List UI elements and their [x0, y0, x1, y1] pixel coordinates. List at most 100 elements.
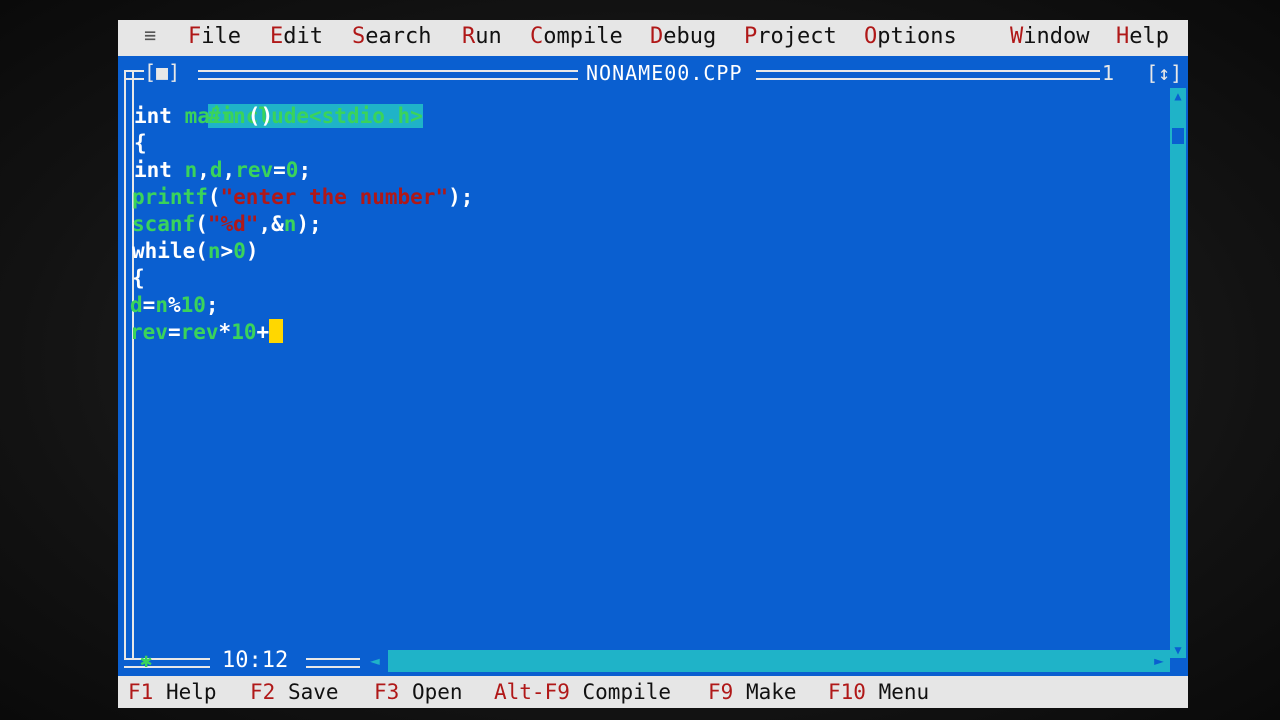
- code-token: n: [184, 158, 198, 182]
- menu-debug[interactable]: Debug: [650, 24, 716, 49]
- code-token: "%d": [207, 212, 259, 236]
- code-token: "enter the number": [220, 185, 449, 209]
- code-token: d: [209, 158, 223, 182]
- code-token: ,: [197, 158, 210, 182]
- menu-project-hotkey: P: [744, 24, 758, 49]
- code-line-7: while(n>0): [132, 238, 259, 265]
- code-editor[interactable]: #include<stdio.h> int main () { int n,d,…: [130, 76, 1160, 636]
- turbo-cpp-ide: ≡ File Edit Search Run Compile Debug Pro…: [118, 20, 1188, 708]
- editor-bottom-frame: ✱ 10:12 ◄ ►: [118, 648, 1188, 676]
- menu-search-label: earch: [365, 24, 432, 49]
- code-line-4: int n,d,rev=0;: [134, 157, 311, 184]
- frame-bottom-line-left: [124, 658, 210, 668]
- menu-window[interactable]: Window: [1010, 24, 1089, 49]
- status-key-label: F9: [708, 680, 734, 704]
- menu-run-hotkey: R: [462, 24, 476, 49]
- code-token: 0: [285, 158, 299, 182]
- menu-help-label: elp: [1129, 24, 1169, 49]
- code-token: n: [207, 239, 221, 263]
- menu-search-hotkey: S: [352, 24, 366, 49]
- menu-run[interactable]: Run: [462, 24, 502, 49]
- status-key-action: Menu: [878, 680, 930, 704]
- menu-help[interactable]: Help: [1116, 24, 1169, 49]
- status-bar: F1 Help F2 Save F3 Open Alt-F9 Compile F…: [118, 676, 1188, 708]
- status-key-action: Compile: [582, 680, 672, 704]
- code-token: rev: [130, 320, 168, 344]
- menu-file-hotkey: F: [188, 24, 202, 49]
- menu-edit[interactable]: Edit: [270, 24, 323, 49]
- menu-bar: ≡ File Edit Search Run Compile Debug Pro…: [118, 20, 1188, 56]
- code-token: (: [195, 239, 208, 263]
- code-token: n: [155, 293, 168, 317]
- menu-compile[interactable]: Compile: [530, 24, 623, 49]
- menu-help-hotkey: H: [1116, 24, 1130, 49]
- menu-file-label: ile: [201, 24, 241, 49]
- scroll-up-arrow-icon[interactable]: ▲: [1170, 88, 1186, 104]
- status-key-save[interactable]: F2 Save: [250, 680, 339, 704]
- code-line-2: int main (): [134, 103, 273, 130]
- code-token: =: [142, 293, 156, 317]
- code-token: rev: [180, 320, 219, 344]
- code-line-9: d=n%10;: [130, 292, 219, 319]
- code-token: =: [273, 158, 286, 182]
- menu-compile-hotkey: C: [530, 24, 544, 49]
- code-token: 10: [231, 320, 257, 344]
- code-token: while: [132, 239, 196, 263]
- code-line-10: rev=rev*10+: [130, 319, 284, 346]
- code-token: n: [283, 212, 297, 236]
- code-token: ,: [222, 158, 236, 182]
- menu-debug-hotkey: D: [650, 24, 664, 49]
- menu-options-hotkey: O: [864, 24, 878, 49]
- text-cursor: [269, 319, 284, 343]
- menu-search[interactable]: Search: [352, 24, 431, 49]
- code-token: main: [184, 104, 248, 128]
- menu-project[interactable]: Project: [744, 24, 837, 49]
- menu-project-label: roject: [757, 24, 837, 49]
- code-token: ;: [298, 158, 312, 182]
- status-key-label: Alt-F9: [494, 680, 570, 704]
- code-token: =: [167, 320, 181, 344]
- code-token: 10: [180, 293, 206, 317]
- code-token: int: [134, 158, 185, 182]
- vertical-scrollbar[interactable]: ▲ ▼: [1170, 88, 1186, 658]
- modified-indicator-icon: ✱: [140, 648, 153, 672]
- horizontal-scrollbar[interactable]: ◄ ►: [362, 650, 1170, 672]
- status-key-label: F2: [250, 680, 276, 704]
- code-line-5: printf("enter the number");: [132, 184, 473, 211]
- status-key-action: Save: [287, 680, 339, 704]
- status-key-menu[interactable]: F10 Menu: [828, 680, 929, 704]
- menu-options-label: ptions: [877, 24, 957, 49]
- code-token: scanf: [132, 212, 196, 236]
- status-key-label: F10: [828, 680, 866, 704]
- code-token: (: [207, 185, 221, 209]
- frame-bottom-line-mid: [306, 658, 360, 668]
- menu-edit-hotkey: E: [270, 24, 284, 49]
- code-token: ,&: [258, 212, 284, 236]
- code-token: d: [130, 293, 143, 317]
- status-key-help[interactable]: F1 Help: [128, 680, 217, 704]
- menu-window-hotkey: W: [1010, 24, 1024, 49]
- code-token: {: [134, 131, 147, 155]
- menu-file[interactable]: File: [188, 24, 241, 49]
- menu-edit-label: dit: [283, 24, 323, 49]
- system-menu-icon[interactable]: ≡: [144, 23, 156, 47]
- scroll-left-arrow-icon[interactable]: ◄: [362, 650, 388, 672]
- menu-compile-label: ompile: [543, 24, 623, 49]
- status-key-open[interactable]: F3 Open: [374, 680, 463, 704]
- code-token: ): [245, 239, 259, 263]
- code-line-3: {: [134, 130, 147, 157]
- code-token: (): [247, 104, 274, 128]
- code-token: ;: [205, 293, 219, 317]
- status-key-compile[interactable]: Alt-F9 Compile: [494, 680, 671, 704]
- scroll-right-arrow-icon[interactable]: ►: [1148, 650, 1170, 672]
- code-token: {: [132, 266, 145, 290]
- code-token: *: [218, 320, 232, 344]
- menu-options[interactable]: Options: [864, 24, 957, 49]
- status-key-label: F3: [374, 680, 400, 704]
- code-token: );: [296, 212, 322, 236]
- status-key-make[interactable]: F9 Make: [708, 680, 797, 704]
- status-key-label: F1: [128, 680, 154, 704]
- code-token: );: [448, 185, 474, 209]
- code-token: %: [167, 293, 181, 317]
- vertical-scroll-thumb[interactable]: [1172, 128, 1184, 144]
